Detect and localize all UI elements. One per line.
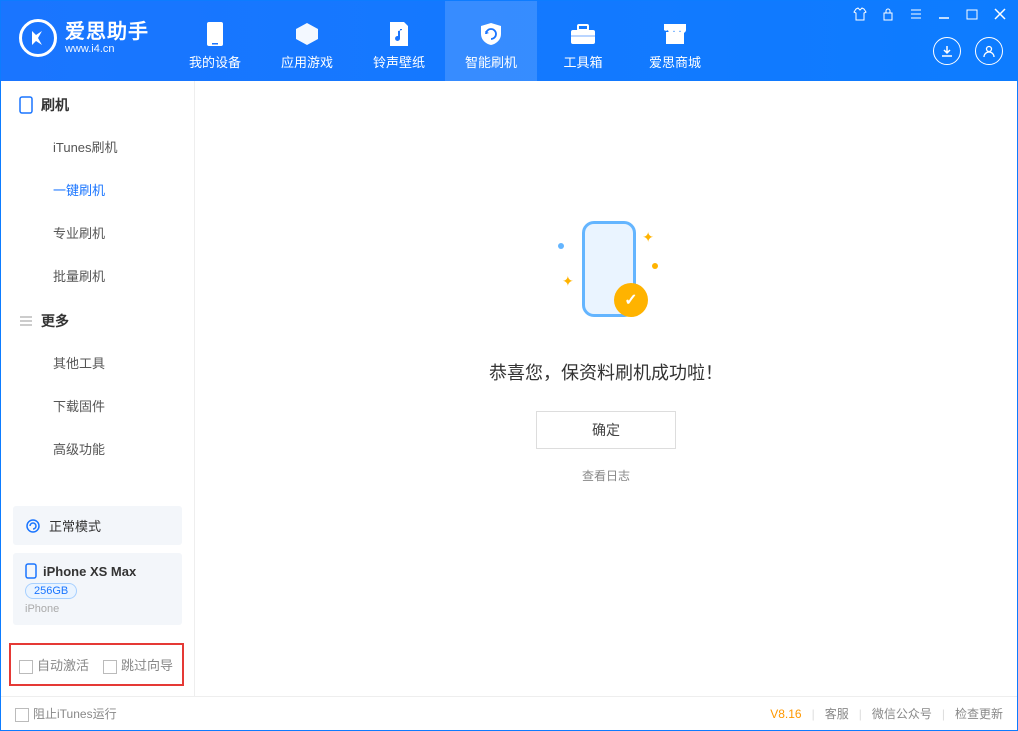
check-icon: ✓ bbox=[614, 283, 648, 317]
sidebar: 刷机 iTunes刷机 一键刷机 专业刷机 批量刷机 更多 其他工具 下载固件 … bbox=[1, 81, 195, 696]
tab-ringtones[interactable]: 铃声壁纸 bbox=[353, 1, 445, 81]
success-illustration: ✦ ✦ ✓ bbox=[546, 213, 666, 333]
sidebar-item-itunes-flash[interactable]: iTunes刷机 bbox=[1, 125, 194, 168]
options-highlight-box: 自动激活 跳过向导 bbox=[9, 643, 184, 686]
phone-icon bbox=[200, 20, 230, 48]
tab-flash[interactable]: 智能刷机 bbox=[445, 1, 537, 81]
header: 爱思助手 www.i4.cn 我的设备 应用游戏 铃声壁纸 智能刷机 bbox=[1, 1, 1017, 81]
tab-tools[interactable]: 工具箱 bbox=[537, 1, 629, 81]
toolbox-icon bbox=[568, 20, 598, 48]
nav-tabs: 我的设备 应用游戏 铃声壁纸 智能刷机 工具箱 爱思商城 bbox=[169, 1, 721, 81]
shirt-icon[interactable] bbox=[851, 5, 869, 23]
shop-icon bbox=[660, 20, 690, 48]
device-name: iPhone XS Max bbox=[43, 564, 136, 579]
device-type: iPhone bbox=[25, 603, 170, 615]
app-title: 爱思助手 bbox=[65, 21, 149, 43]
sidebar-item-pro-flash[interactable]: 专业刷机 bbox=[1, 211, 194, 254]
close-icon[interactable] bbox=[991, 5, 1009, 23]
maximize-icon[interactable] bbox=[963, 5, 981, 23]
sidebar-item-oneclick-flash[interactable]: 一键刷机 bbox=[1, 168, 194, 211]
tab-apps[interactable]: 应用游戏 bbox=[261, 1, 353, 81]
check-update-link[interactable]: 检查更新 bbox=[955, 705, 1003, 722]
device-phone-icon bbox=[25, 563, 37, 579]
device-storage: 256GB bbox=[25, 583, 77, 599]
body: 刷机 iTunes刷机 一键刷机 专业刷机 批量刷机 更多 其他工具 下载固件 … bbox=[1, 81, 1017, 696]
sidebar-item-advanced[interactable]: 高级功能 bbox=[1, 427, 194, 470]
checkbox-skip-guide[interactable]: 跳过向导 bbox=[103, 655, 173, 674]
view-log-link[interactable]: 查看日志 bbox=[582, 467, 630, 484]
checkbox-auto-activate[interactable]: 自动激活 bbox=[19, 655, 89, 674]
logo: 爱思助手 www.i4.cn bbox=[1, 1, 161, 57]
user-icon[interactable] bbox=[975, 37, 1003, 65]
menu-icon[interactable] bbox=[907, 5, 925, 23]
sidebar-item-download-firmware[interactable]: 下载固件 bbox=[1, 384, 194, 427]
version-label: V8.16 bbox=[770, 707, 801, 721]
lock-icon[interactable] bbox=[879, 5, 897, 23]
header-actions bbox=[933, 37, 1003, 65]
refresh-circle-icon bbox=[25, 518, 41, 534]
sidebar-item-other-tools[interactable]: 其他工具 bbox=[1, 341, 194, 384]
window-controls bbox=[851, 5, 1009, 23]
sidebar-cat-more: 更多 bbox=[1, 297, 194, 341]
shield-refresh-icon bbox=[476, 20, 506, 48]
sidebar-cat-flash: 刷机 bbox=[1, 81, 194, 125]
download-icon[interactable] bbox=[933, 37, 961, 65]
device-mode-label: 正常模式 bbox=[49, 516, 101, 535]
cube-icon bbox=[292, 20, 322, 48]
support-link[interactable]: 客服 bbox=[825, 705, 849, 722]
footer: 阻止iTunes运行 V8.16 | 客服 | 微信公众号 | 检查更新 bbox=[1, 696, 1017, 730]
list-icon bbox=[19, 315, 33, 327]
sidebar-item-batch-flash[interactable]: 批量刷机 bbox=[1, 254, 194, 297]
logo-icon bbox=[19, 19, 57, 57]
phone-outline-icon bbox=[19, 96, 33, 114]
app-window: 爱思助手 www.i4.cn 我的设备 应用游戏 铃声壁纸 智能刷机 bbox=[0, 0, 1018, 731]
app-subtitle: www.i4.cn bbox=[65, 43, 149, 55]
ok-button[interactable]: 确定 bbox=[536, 411, 676, 449]
main-content: ✦ ✦ ✓ 恭喜您，保资料刷机成功啦！ 确定 查看日志 bbox=[195, 81, 1017, 696]
tab-my-device[interactable]: 我的设备 bbox=[169, 1, 261, 81]
success-message: 恭喜您，保资料刷机成功啦！ bbox=[489, 359, 723, 385]
tab-shop[interactable]: 爱思商城 bbox=[629, 1, 721, 81]
device-info-box[interactable]: iPhone XS Max 256GB iPhone bbox=[13, 553, 182, 625]
music-file-icon bbox=[384, 20, 414, 48]
checkbox-block-itunes[interactable]: 阻止iTunes运行 bbox=[15, 705, 117, 722]
wechat-link[interactable]: 微信公众号 bbox=[872, 705, 932, 722]
device-mode-box[interactable]: 正常模式 bbox=[13, 506, 182, 545]
minimize-icon[interactable] bbox=[935, 5, 953, 23]
